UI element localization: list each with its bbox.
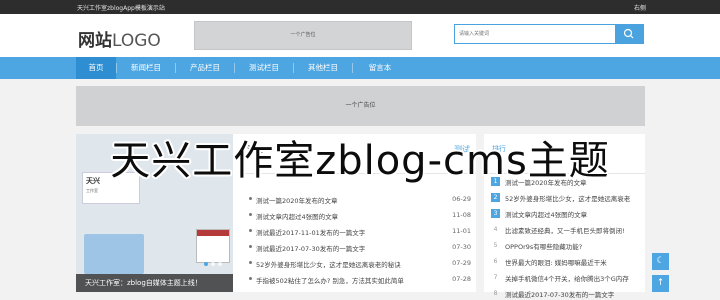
ranking-item[interactable]: 4 比滤素致还经典，又一手机巨头即将倒闭!	[484, 222, 645, 238]
ranking-item[interactable]: 8 测试最近2017-07-30发布的一篇文字	[484, 286, 645, 300]
rank-title[interactable]: 测试最近2017-07-30发布的一篇文字	[505, 289, 614, 299]
slider-dot[interactable]	[218, 262, 222, 266]
site-logo[interactable]: 网站LOGO	[78, 26, 161, 51]
arrow-up-icon: ↑	[656, 278, 665, 288]
nav-item-products[interactable]: 产品栏目	[176, 57, 234, 79]
bullet-icon	[249, 213, 252, 216]
search-icon	[623, 28, 634, 39]
logo-bold-text: 网站	[78, 31, 112, 51]
news-title[interactable]: 测试最近2017-11-01发布的一篇文字	[256, 227, 365, 237]
banner-ad[interactable]: 一个广告位	[76, 86, 645, 126]
nav-item-news[interactable]: 新闻栏目	[117, 57, 175, 79]
slider-logo-sub: 工作室	[86, 188, 98, 193]
rank-title[interactable]: 世界最大的眼泪: 媒妈哪嘛最近干米	[505, 257, 607, 267]
search-button[interactable]	[615, 25, 643, 43]
header-ad[interactable]: 一个广告位	[194, 21, 412, 50]
rank-number: 8	[493, 290, 498, 297]
rank-number: 5	[493, 242, 498, 249]
rank-number: 7	[493, 274, 498, 281]
logo-light-text: LOGO	[112, 31, 161, 51]
news-date: 11-08	[452, 211, 471, 219]
news-date: 07-29	[452, 259, 471, 267]
nav-item-guestbook[interactable]: 留言本	[353, 57, 407, 79]
header: 网站LOGO 一个广告位	[0, 14, 720, 57]
rank-title[interactable]: 关掉手机微信4个开关，给你腾出3个G内存	[505, 273, 629, 283]
slider-dots	[204, 251, 225, 270]
top-bar: 天兴工作室zblogApp模板演示站 右侧	[0, 0, 720, 14]
site-title-link[interactable]: 天兴工作室zblogApp模板演示站	[77, 3, 165, 12]
ranking-item[interactable]: 6 世界最大的眼泪: 媒妈哪嘛最近干米	[484, 254, 645, 270]
nav-item-other[interactable]: 其他栏目	[294, 57, 352, 79]
rank-title[interactable]: 比滤素致还经典，又一手机巨头即将倒闭!	[505, 225, 625, 235]
moon-icon: ☾	[656, 256, 665, 266]
main-nav: 首页 新闻栏目 产品栏目 测试栏目 其他栏目 留言本	[0, 57, 720, 79]
news-item[interactable]: 测试一篇2020年发布的文章 06-29	[241, 192, 476, 208]
news-title[interactable]: 测试一篇2020年发布的文章	[256, 195, 338, 205]
news-title[interactable]: 52岁外婆身形堪比少女，这才是她远离衰老的秘诀	[256, 259, 401, 269]
slider-dot[interactable]	[204, 262, 208, 266]
back-to-top-button[interactable]: ↑	[652, 275, 669, 292]
news-title[interactable]: 测试最近2017-07-30发布的一篇文字	[256, 243, 365, 253]
slider-caption[interactable]: 天兴工作室：zblog自媒体主题上线！	[76, 274, 233, 292]
nav-item-home[interactable]: 首页	[76, 57, 116, 79]
news-date: 07-28	[452, 275, 471, 283]
ranking-item[interactable]: 2 52岁外婆身形堪比少女，这才是她远离衰老	[484, 190, 645, 206]
ranking-item[interactable]: 5 OPPOr9s有哪些隐藏功能?	[484, 238, 645, 254]
news-item[interactable]: 52岁外婆身形堪比少女，这才是她远离衰老的秘诀 07-29	[241, 256, 476, 272]
rank-number: 6	[493, 258, 498, 265]
news-item[interactable]: 测试最近2017-11-01发布的一篇文字 11-01	[241, 224, 476, 240]
bullet-icon	[249, 277, 252, 280]
bullet-icon	[249, 229, 252, 232]
news-item[interactable]: 测试最近2017-07-30发布的一篇文字 07-30	[241, 240, 476, 256]
bullet-icon	[249, 245, 252, 248]
slider-phone-image	[84, 234, 144, 274]
overlay-title: 天兴工作室zblog-cms主题	[110, 138, 610, 184]
news-date: 11-01	[452, 227, 471, 235]
nav-item-test[interactable]: 测试栏目	[235, 57, 293, 79]
theme-toggle-button[interactable]: ☾	[652, 253, 669, 270]
side-tools: ☾ ↑	[652, 253, 669, 297]
rank-title[interactable]: 52岁外婆身形堪比少女，这才是她远离衰老	[505, 193, 630, 203]
rank-number: 4	[493, 226, 498, 233]
search-box	[454, 24, 644, 44]
rank-number: 2	[491, 193, 500, 202]
news-title[interactable]: 手指被502粘住了怎么办? 别急，方法其实如此简单	[256, 275, 404, 285]
search-input[interactable]	[455, 25, 615, 43]
rank-title[interactable]: OPPOr9s有哪些隐藏功能?	[505, 241, 582, 251]
slider-dot[interactable]	[211, 262, 215, 266]
news-date: 06-29	[452, 195, 471, 203]
top-right-link[interactable]: 右侧	[634, 3, 646, 12]
ranking-item[interactable]: 3 测试文章内超过4张图的文章	[484, 206, 645, 222]
news-item[interactable]: 手指被502粘住了怎么办? 别急，方法其实如此简单 07-28	[241, 272, 476, 288]
bullet-icon	[249, 261, 252, 264]
news-date: 07-30	[452, 243, 471, 251]
bullet-icon	[249, 197, 252, 200]
news-title[interactable]: 测试文章内超过4张图的文章	[256, 211, 338, 221]
rank-number: 3	[491, 209, 500, 218]
rank-title[interactable]: 测试文章内超过4张图的文章	[505, 209, 587, 219]
news-item[interactable]: 测试文章内超过4张图的文章 11-08	[241, 208, 476, 224]
ranking-item[interactable]: 7 关掉手机微信4个开关，给你腾出3个G内存	[484, 270, 645, 286]
